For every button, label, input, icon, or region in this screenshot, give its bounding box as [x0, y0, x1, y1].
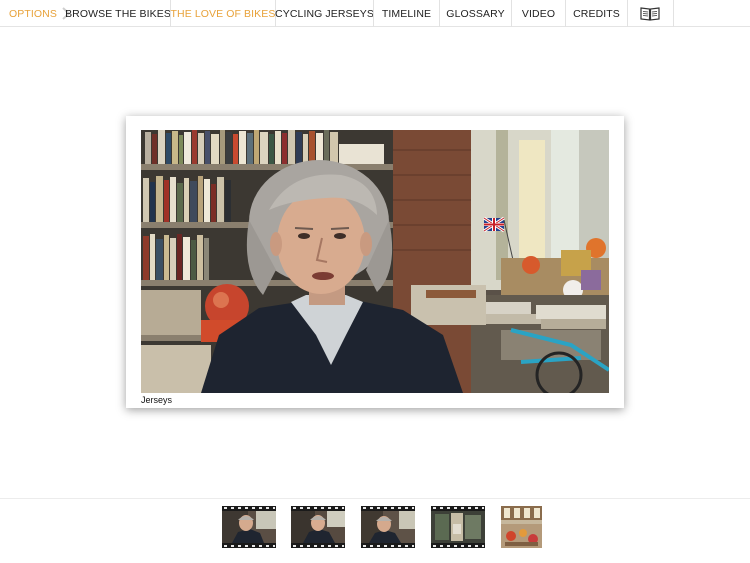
film-frame-icon	[361, 506, 415, 548]
photo-frame-icon	[501, 506, 542, 548]
thumbnail-video-4[interactable]	[431, 506, 485, 548]
top-navigation: OPTIONS BROWSE THE BIKES THE LOVE OF BIK…	[0, 0, 750, 27]
thumbnail-video-3[interactable]	[361, 506, 415, 548]
nav-glossary[interactable]: GLOSSARY	[440, 0, 511, 27]
video-player[interactable]	[141, 130, 609, 393]
film-frame-icon	[431, 506, 485, 548]
nav-divider	[627, 0, 628, 27]
nav-the-love-of-bikes[interactable]: THE LOVE OF BIKES	[171, 0, 276, 27]
video-caption: Jerseys	[141, 395, 173, 405]
nav-browse-the-bikes[interactable]: BROWSE THE BIKES	[65, 0, 171, 27]
nav-video[interactable]: VIDEO	[512, 0, 565, 27]
thumbnail-video-1[interactable]	[222, 506, 276, 548]
nav-divider	[673, 0, 674, 27]
video-frame-interview	[141, 130, 609, 393]
film-frame-icon	[291, 506, 345, 548]
nav-credits[interactable]: CREDITS	[566, 0, 627, 27]
book-icon[interactable]	[640, 6, 660, 21]
nav-timeline[interactable]: TIMELINE	[374, 0, 439, 27]
film-frame-icon	[222, 506, 276, 548]
nav-cycling-jerseys[interactable]: CYCLING JERSEYS	[275, 0, 374, 27]
thumbnail-photo-5[interactable]	[501, 506, 542, 548]
thumbnail-video-2[interactable]	[291, 506, 345, 548]
video-card: Jerseys	[126, 116, 624, 408]
filmstrip	[0, 498, 750, 563]
options-button[interactable]: OPTIONS	[8, 0, 58, 27]
